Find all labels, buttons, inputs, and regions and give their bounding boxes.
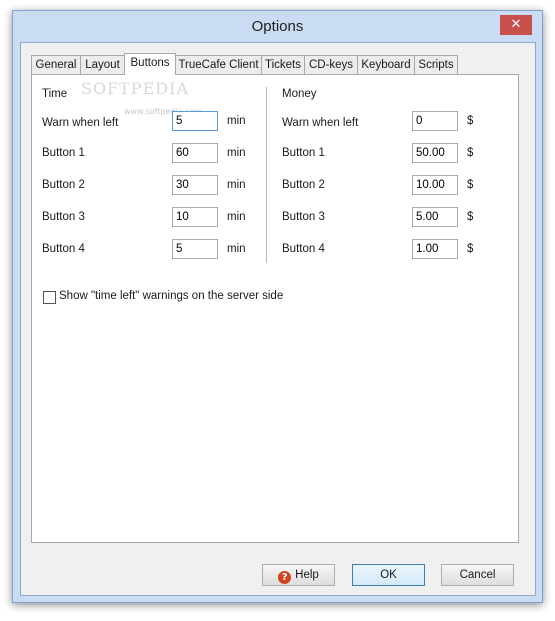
money-button1-label: Button 1 [282, 147, 325, 159]
tab-cd-keys[interactable]: CD-keys [304, 55, 358, 74]
money-button2-label: Button 2 [282, 179, 325, 191]
time-button4-label: Button 4 [42, 243, 85, 255]
time-button4-input[interactable]: 5 [172, 239, 218, 259]
tab-buttons[interactable]: Buttons [124, 53, 176, 75]
money-button3-input[interactable]: 5.00 [412, 207, 458, 227]
tab-tickets[interactable]: Tickets [261, 55, 305, 74]
time-button3-label: Button 3 [42, 211, 85, 223]
tab-truecafe-client[interactable]: TrueCafe Client [175, 55, 262, 74]
money-button3-unit: $ [467, 211, 474, 223]
time-warn-unit: min [227, 115, 246, 127]
money-button1-input[interactable]: 50.00 [412, 143, 458, 163]
server-warnings-label[interactable]: Show "time left" warnings on the server … [59, 290, 283, 302]
time-warn-input[interactable]: 5 [172, 111, 218, 131]
time-warn-label: Warn when left [42, 117, 119, 129]
time-button1-unit: min [227, 147, 246, 159]
money-button3-label: Button 3 [282, 211, 325, 223]
money-button2-unit: $ [467, 179, 474, 191]
money-button4-unit: $ [467, 243, 474, 255]
help-button[interactable]: ? Help [262, 564, 335, 586]
money-button4-input[interactable]: 1.00 [412, 239, 458, 259]
money-button4-label: Button 4 [282, 243, 325, 255]
ok-button[interactable]: OK [352, 564, 425, 586]
close-button[interactable]: ✕ [500, 15, 532, 35]
money-button2-input[interactable]: 10.00 [412, 175, 458, 195]
time-button1-label: Button 1 [42, 147, 85, 159]
title-bar[interactable]: Options ✕ [13, 11, 542, 43]
money-warn-input[interactable]: 0 [412, 111, 458, 131]
tab-keyboard[interactable]: Keyboard [357, 55, 415, 74]
tab-layout[interactable]: Layout [80, 55, 125, 74]
time-button3-input[interactable]: 10 [172, 207, 218, 227]
time-button2-unit: min [227, 179, 246, 191]
window-title: Options [251, 18, 304, 35]
money-warn-unit: $ [467, 115, 474, 127]
softpedia-watermark: SOFTPEDIA [81, 79, 189, 98]
server-warnings-checkbox[interactable] [43, 291, 56, 304]
close-icon: ✕ [510, 17, 522, 32]
options-window: Options ✕ General Layout Buttons TrueCaf… [12, 10, 543, 603]
time-button3-unit: min [227, 211, 246, 223]
cancel-button[interactable]: Cancel [441, 564, 514, 586]
dialog-client-area: General Layout Buttons TrueCafe Client T… [20, 42, 536, 596]
money-warn-label: Warn when left [282, 117, 359, 129]
help-button-label: Help [295, 569, 319, 581]
help-icon: ? [278, 571, 292, 584]
money-heading: Money [282, 88, 317, 100]
time-heading: Time [42, 88, 68, 100]
tab-scripts[interactable]: Scripts [414, 55, 458, 74]
time-button4-unit: min [227, 243, 246, 255]
time-button2-label: Button 2 [42, 179, 85, 191]
money-button1-unit: $ [467, 147, 474, 159]
tab-general[interactable]: General [31, 55, 81, 74]
time-button1-input[interactable]: 60 [172, 143, 218, 163]
buttons-tab-panel: SOFTPEDIA www.softpedia.com Time Warn wh… [31, 74, 519, 543]
section-divider [266, 87, 267, 263]
time-button2-input[interactable]: 30 [172, 175, 218, 195]
